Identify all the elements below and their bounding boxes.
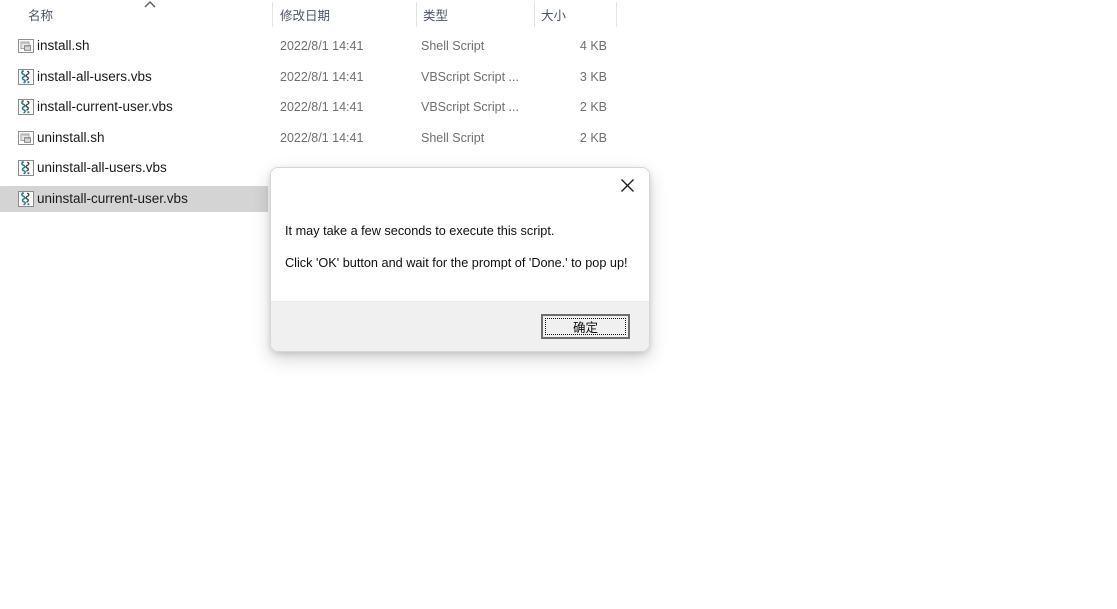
dialog-message-line-1: It may take a few seconds to execute thi… [285, 224, 555, 238]
table-row-cells: install.sh 2022/8/1 14:41 Shell Script 4 KB [0, 33, 618, 59]
column-divider[interactable] [534, 2, 535, 27]
column-header-size-label: 大小 [541, 8, 567, 23]
file-size-cell: 4 KB [579, 39, 607, 53]
file-type-cell: Shell Script [421, 39, 485, 53]
column-header-type-label: 类型 [423, 8, 449, 23]
column-divider[interactable] [416, 2, 417, 27]
file-date-cell: 2022/8/1 14:41 [280, 39, 364, 53]
column-header-name-label: 名称 [28, 8, 54, 23]
column-header-row: 名称 修改日期 类型 大小 [0, 0, 618, 28]
ok-button[interactable]: 确定 [541, 314, 630, 339]
file-type-cell: Shell Script [421, 130, 485, 145]
file-name-cell: uninstall-all-users.vbs [37, 160, 167, 176]
vbscript-file-icon [17, 68, 35, 86]
file-name-cell: uninstall-current-user.vbs [37, 191, 188, 206]
column-divider[interactable] [616, 2, 617, 27]
vbscript-file-icon [17, 190, 35, 208]
shell-script-file-icon [17, 129, 35, 147]
table-row-cells: uninstall.sh 2022/8/1 14:41 Shell Script 2 … [0, 125, 618, 151]
table-row-cells: install-all-users.vbs 2022/8/1 14:41 VBScr… [0, 64, 618, 90]
file-date-cell: 2022/8/1 14:41 [280, 69, 364, 84]
file-date-cell: 2022/8/1 14:41 [280, 100, 364, 115]
column-header-name[interactable]: 名称 [28, 0, 272, 28]
table-row-cells: install-current-user.vbs 2022/8/1 14:41 VB… [0, 94, 618, 120]
column-header-date[interactable]: 修改日期 [280, 0, 416, 28]
file-size-cell: 2 KB [579, 130, 607, 145]
file-name-cell: uninstall.sh [37, 129, 105, 145]
vbscript-file-icon [17, 159, 35, 177]
column-header-size[interactable]: 大小 [541, 0, 618, 28]
file-name-cell: install-current-user.vbs [37, 99, 173, 115]
file-size-cell: 3 KB [579, 69, 607, 84]
vbscript-file-icon [17, 98, 35, 116]
dialog-footer: 确定 [271, 301, 649, 351]
file-name-cell: install.sh [37, 38, 90, 53]
column-header-date-label: 修改日期 [280, 8, 331, 23]
file-size-cell: 2 KB [579, 100, 607, 115]
dialog-message-line-2: Click 'OK' button and wait for the promp… [285, 256, 628, 270]
shell-script-file-icon [17, 37, 35, 55]
column-divider[interactable] [272, 2, 273, 27]
dialog-body: It may take a few seconds to execute thi… [271, 168, 649, 301]
file-date-cell: 2022/8/1 14:41 [280, 130, 364, 145]
script-notice-dialog: It may take a few seconds to execute thi… [270, 167, 650, 352]
ok-button-label: 确定 [545, 318, 626, 335]
file-name-cell: install-all-users.vbs [37, 68, 152, 84]
column-header-type[interactable]: 类型 [423, 0, 533, 28]
close-icon[interactable] [605, 168, 649, 202]
